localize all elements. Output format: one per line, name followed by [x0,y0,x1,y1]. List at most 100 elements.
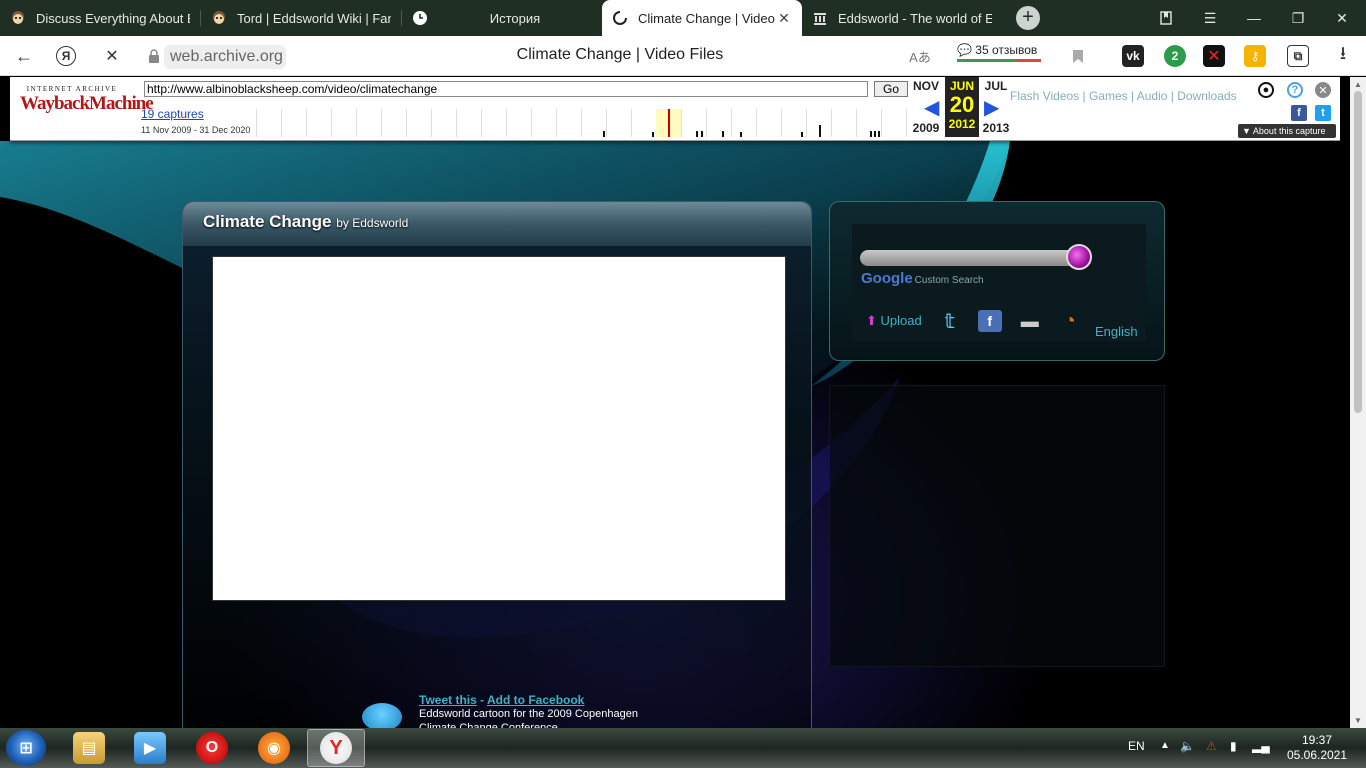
rss-feed-icon[interactable]: ◔ [1058,310,1082,332]
signal-icon[interactable]: ▂▄ [1252,739,1270,753]
web-page-viewport: INTERNET ARCHIVE WaybackMachine http://w… [0,77,1350,728]
address-bar: ← Я ✕ web.archive.org Climate Change | V… [0,36,1366,76]
tab-tord-wiki[interactable]: Tord | Eddsworld Wiki | Fan [201,0,401,36]
captures-link[interactable]: 19 captures [141,107,204,121]
tab-title: Climate Change | Video [638,10,775,26]
upload-link[interactable]: ⬆ Upload [866,313,922,329]
opera-browser-icon[interactable]: O [196,732,228,764]
capture-sparkline[interactable] [256,109,908,137]
tab-history[interactable]: История [402,0,602,36]
tab-title: История [489,10,541,26]
video-player[interactable] [212,256,786,601]
input-language[interactable]: EN [1128,739,1145,753]
show-hidden-icons-icon[interactable]: ▲ [1160,740,1170,751]
rating-bar [957,59,1041,62]
wayback-logo[interactable]: INTERNET ARCHIVE WaybackMachine [20,85,154,133]
file-explorer-icon[interactable]: ▤ [73,732,105,764]
capture-tick [801,132,803,137]
media-player-icon[interactable]: ▶ [134,732,166,764]
lock-icon[interactable] [142,44,166,68]
yandex-icon[interactable]: Я [56,46,76,66]
new-tab-button[interactable]: + [1016,6,1040,30]
tab-climate-change[interactable]: Climate Change | Video ✕ [602,0,802,36]
video-panel: Climate Change by Eddsworld [182,201,812,728]
scrollbar-thumb[interactable] [1354,91,1362,413]
scroll-up-icon[interactable]: ▲ [1354,80,1362,89]
wayback-url-input[interactable]: http://www.albinoblacksheep.com/video/cl… [144,81,868,97]
close-toolbar-icon[interactable]: ✕ [1315,82,1331,98]
x-extension-icon[interactable]: ✕ [1203,45,1225,67]
search-input[interactable] [860,250,1090,266]
cur-month-label: JUN [949,79,974,93]
forum-chat-icon[interactable]: ▬ [1018,310,1042,332]
battery-icon[interactable]: ▮ [1230,739,1237,753]
language-link[interactable]: English [1095,324,1138,339]
key-extension-icon[interactable]: ⚷ [1244,45,1266,67]
menu-icon[interactable]: ☰ [1188,0,1232,36]
clock-time: 19:37 [1301,733,1333,747]
account-icon[interactable]: ● [1258,82,1274,98]
prev-month-label: NOV [912,79,939,93]
close-window-button[interactable]: ✕ [1320,0,1364,36]
capture-tick [652,132,654,137]
volume-icon[interactable]: 🔈 [1180,739,1195,753]
capture-tick [722,131,724,137]
page-scrollbar[interactable]: ▲ ▼ [1350,77,1366,728]
browser-tab-strip: Discuss Everything About E Tord | Eddswo… [0,0,1366,36]
upload-label: Upload [880,313,922,328]
bookmark-panel-icon[interactable] [1144,0,1188,36]
network-warning-icon[interactable]: ⚠ [1206,739,1217,753]
about-capture-button[interactable]: ▼ About this capture [1238,124,1336,138]
help-icon[interactable]: ? [1287,82,1303,98]
tab-eddsworld-world[interactable]: Eddsworld - The world of E [802,0,1002,36]
wayback-machine-label: WaybackMachine [20,93,154,114]
sidebar-links: ⬆ Upload 𝕥 f ▬ ◔ [866,310,1082,333]
maximize-button[interactable]: ❐ [1276,0,1320,36]
tab-discuss-eddsworld[interactable]: Discuss Everything About E [0,0,200,36]
reviews-count: 35 отзывов [975,43,1038,57]
search-icon[interactable] [1066,244,1092,270]
sparkline-current-marker [668,109,670,137]
close-tab-icon[interactable]: ✕ [776,10,792,27]
reviews-widget[interactable]: 💬 35 отзывов [957,43,1041,62]
next-year-label: 2013 [982,121,1010,135]
windows-taskbar: ⊞ ▤ ▶ O ◉ Y EN ▲ 🔈 ⚠ ▮ ▂▄ 19:37 05.06.20… [0,728,1366,768]
minimize-button[interactable]: — [1232,0,1276,36]
adblock-extension-icon[interactable]: 2 [1164,45,1186,67]
wayback-go-button[interactable]: Go [874,81,908,97]
capture-tick [819,125,821,137]
facebook-share-icon[interactable]: f [1291,105,1307,121]
tweet-this-link[interactable]: Tweet this [419,693,477,707]
capture-tick [603,131,605,137]
twitter-bird-mascot-icon [362,703,402,728]
back-arrow-icon[interactable]: ← [12,44,36,68]
twitter-bird-icon[interactable]: 𝕥 [938,310,962,333]
extensions-icon[interactable]: ⧉ [1287,45,1309,67]
next-month-nav[interactable]: JUL 2013 [979,77,1013,135]
capture-tick [701,131,703,137]
google-logo-text: Google [861,270,913,287]
translate-icon[interactable]: Aあ [908,44,932,68]
twitter-share-icon[interactable]: t [1315,105,1331,121]
video-title: Climate Change by Eddsworld [203,212,408,232]
loading-spinner-icon [612,10,628,26]
clock-date: 05.06.2021 [1286,748,1348,762]
capture-tick [870,131,872,137]
yandex-browser-icon[interactable]: Y [320,732,352,764]
prev-capture-arrow-icon[interactable]: ◀ [924,95,939,120]
tab-title: Tord | Eddsworld Wiki | Fan [237,10,391,26]
vk-extension-icon[interactable]: vk [1122,45,1144,67]
page-title[interactable]: Climate Change | Video Files [470,46,770,64]
scroll-down-icon[interactable]: ▼ [1354,716,1362,725]
facebook-icon[interactable]: f [977,310,1002,332]
site-nav-underlay: Flash Videos | Games | Audio | Downloads [1010,89,1237,103]
add-to-facebook-link[interactable]: Add to Facebook [487,693,584,707]
download-icon[interactable]: ⭳ [1331,43,1355,68]
url-domain[interactable]: web.archive.org [164,45,286,69]
share-separator: - [476,693,488,707]
bookmark-icon[interactable] [1066,44,1090,68]
stop-loading-icon[interactable]: ✕ [100,44,124,68]
taskbar-clock[interactable]: 19:37 05.06.2021 [1282,733,1352,763]
start-button[interactable]: ⊞ [6,730,46,766]
firefox-browser-icon[interactable]: ◉ [258,732,290,764]
